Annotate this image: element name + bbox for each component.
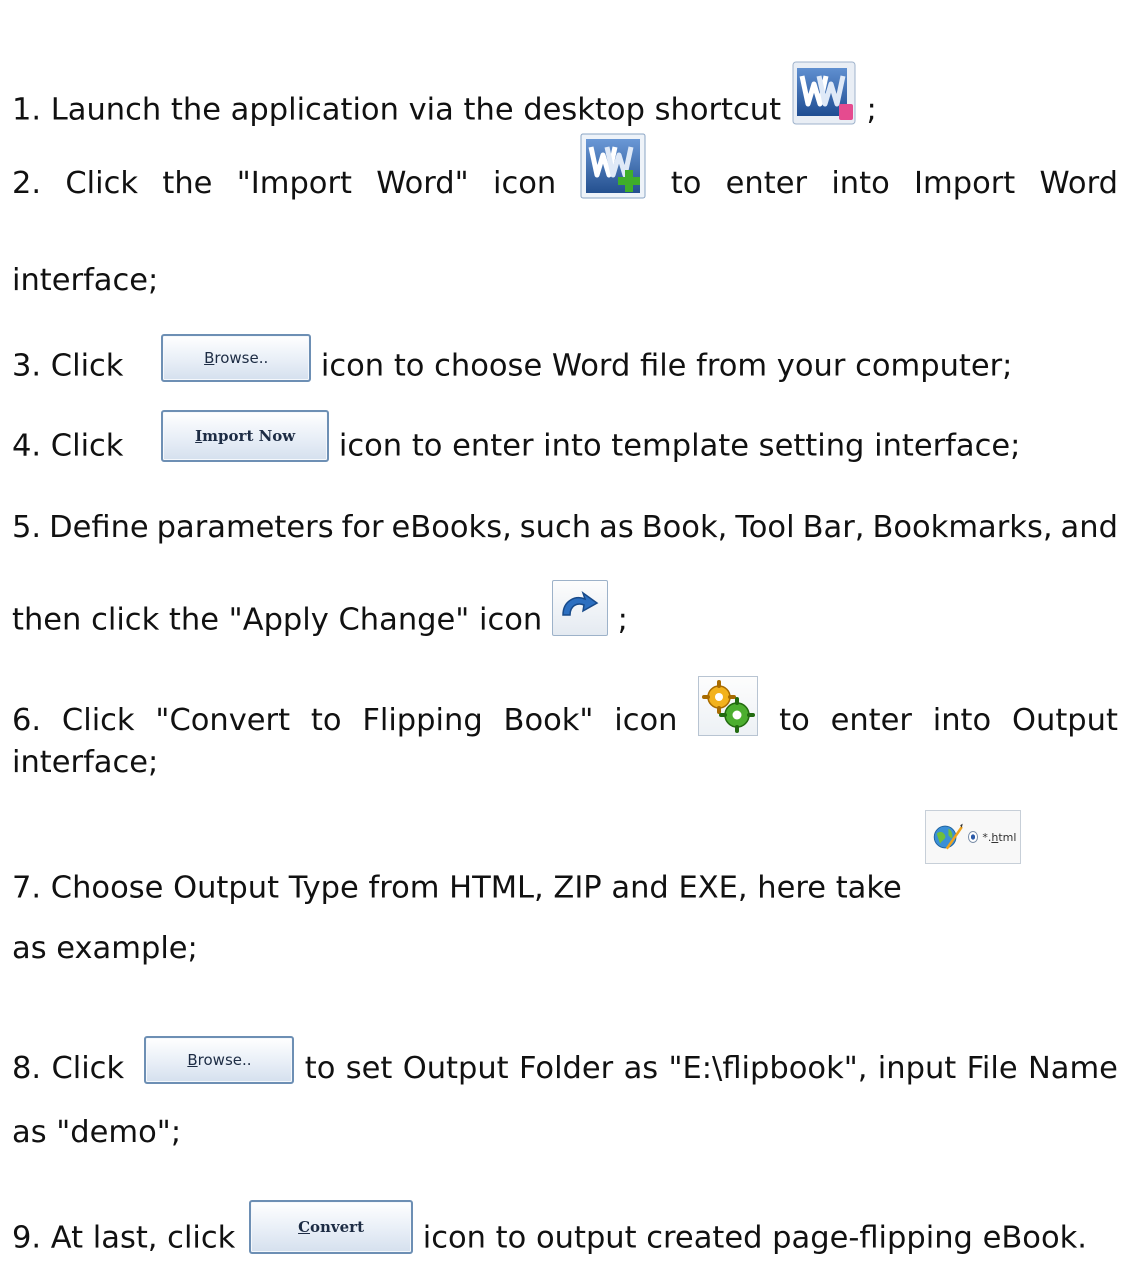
browse-label: rowse..: [214, 348, 269, 367]
step-1: 1. Launch the application via the deskto…: [12, 60, 877, 126]
word: "Convert: [155, 702, 291, 738]
browse-accel: B: [204, 348, 215, 367]
word: "E:\flipbook",: [668, 1050, 868, 1086]
word: Tool: [735, 510, 795, 545]
gears-icon: [698, 676, 759, 736]
word: such: [519, 510, 592, 545]
word: parameters: [156, 510, 334, 545]
word: eBooks,: [391, 510, 512, 545]
step-4: 4. Click Import Now icon to enter into t…: [12, 410, 1020, 462]
word: enter: [725, 165, 808, 201]
word: Word: [1039, 165, 1118, 201]
import-now-button[interactable]: Import Now: [161, 410, 330, 462]
step-7-line-2: as example;: [12, 931, 198, 966]
word: to: [670, 165, 702, 201]
step-2-line-1: 2. Click the "Import Word" icon to enter…: [12, 133, 1118, 199]
word: into: [932, 702, 992, 738]
word: the: [162, 165, 213, 201]
word: and: [1060, 510, 1118, 545]
word: Flipping: [362, 702, 483, 738]
word: as: [599, 510, 634, 545]
browse-label: rowse..: [197, 1050, 252, 1069]
word-shortcut-icon: [791, 60, 857, 126]
word: Output: [1011, 702, 1118, 738]
browse-output-button[interactable]: Browse..: [144, 1036, 295, 1084]
html-option-suffix: tml: [998, 830, 1017, 844]
word: as: [623, 1050, 659, 1086]
step-8-line-1: 8. Click Browse.. to set Output Folder a…: [12, 1036, 1118, 1084]
word: to: [304, 1050, 336, 1086]
globe-icon: [934, 823, 964, 850]
html-option-label: *.html: [982, 832, 1016, 843]
step-9-text: icon to output created page-flipping eBo…: [422, 1220, 1087, 1256]
word: Name: [1027, 1050, 1118, 1086]
word: set: [345, 1050, 393, 1086]
word: to: [779, 702, 810, 738]
word: Bookmarks,: [872, 510, 1053, 545]
word: Click: [51, 1050, 125, 1086]
step-7-text: 7. Choose Output Type from HTML, ZIP and…: [12, 870, 902, 906]
word: Output: [402, 1050, 509, 1086]
word: 2.: [12, 165, 42, 201]
word: Click: [65, 165, 139, 201]
step-8-line-2: as "demo";: [12, 1115, 182, 1150]
word: icon: [614, 702, 678, 738]
word: enter: [830, 702, 912, 738]
html-output-option[interactable]: *.html: [925, 810, 1022, 864]
step-4-text: icon to enter into template setting inte…: [338, 428, 1021, 464]
step-6-line-1: 6. Click "Convert to Flipping Book" icon…: [12, 676, 1118, 736]
word: Book": [503, 702, 594, 738]
word: into: [831, 165, 890, 201]
word: icon: [492, 165, 557, 201]
browse-button[interactable]: Browse..: [161, 334, 312, 382]
step-4-label: 4. Click: [12, 428, 124, 464]
word: input: [877, 1050, 957, 1086]
word: File: [966, 1050, 1018, 1086]
html-option-box[interactable]: *.html: [925, 810, 1022, 864]
word: "Import: [236, 165, 352, 201]
step-5-line-1: 5. Define parameters for eBooks, such as…: [12, 510, 1118, 545]
step-1-end: ;: [866, 92, 877, 128]
word: Folder: [518, 1050, 614, 1086]
import-now-accel: I: [195, 426, 203, 445]
step-5-text: then click the "Apply Change" icon: [12, 602, 543, 638]
word: Define: [49, 510, 149, 545]
html-radio[interactable]: [967, 831, 979, 843]
word: to: [310, 702, 342, 738]
step-5-line-2: then click the "Apply Change" icon ;: [12, 580, 628, 636]
step-7-line-1: 7. Choose Output Type from HTML, ZIP and…: [12, 810, 1022, 906]
word: Click: [61, 702, 135, 738]
word: Import: [914, 165, 1016, 201]
step-3-text: icon to choose Word file from your compu…: [320, 348, 1013, 384]
convert-accel: C: [298, 1217, 311, 1236]
word: 8.: [12, 1050, 42, 1086]
word: 5.: [12, 510, 42, 545]
word: Word": [376, 165, 469, 201]
apply-change-icon: [551, 580, 608, 636]
step-6-line-2: interface;: [12, 745, 159, 780]
step-9-label: 9. At last, click: [12, 1220, 236, 1256]
step-2-line-2: interface;: [12, 263, 159, 298]
step-5-end: ;: [617, 602, 628, 638]
step-3-label: 3. Click: [12, 348, 124, 384]
convert-button[interactable]: Convert: [249, 1200, 414, 1254]
word: 6.: [12, 702, 42, 738]
browse-accel: B: [187, 1050, 198, 1069]
step-1-text: 1. Launch the application via the deskto…: [12, 92, 782, 128]
import-word-icon: [580, 133, 646, 199]
step-9: 9. At last, click Convert icon to output…: [12, 1200, 1087, 1254]
word: for: [341, 510, 384, 545]
word: Book,: [641, 510, 728, 545]
html-option-prefix: *.: [982, 830, 992, 844]
step-3: 3. Click Browse.. icon to choose Word fi…: [12, 334, 1012, 382]
word: Bar,: [802, 510, 865, 545]
import-now-label: mport Now: [202, 426, 296, 445]
convert-label: onvert: [310, 1217, 365, 1236]
